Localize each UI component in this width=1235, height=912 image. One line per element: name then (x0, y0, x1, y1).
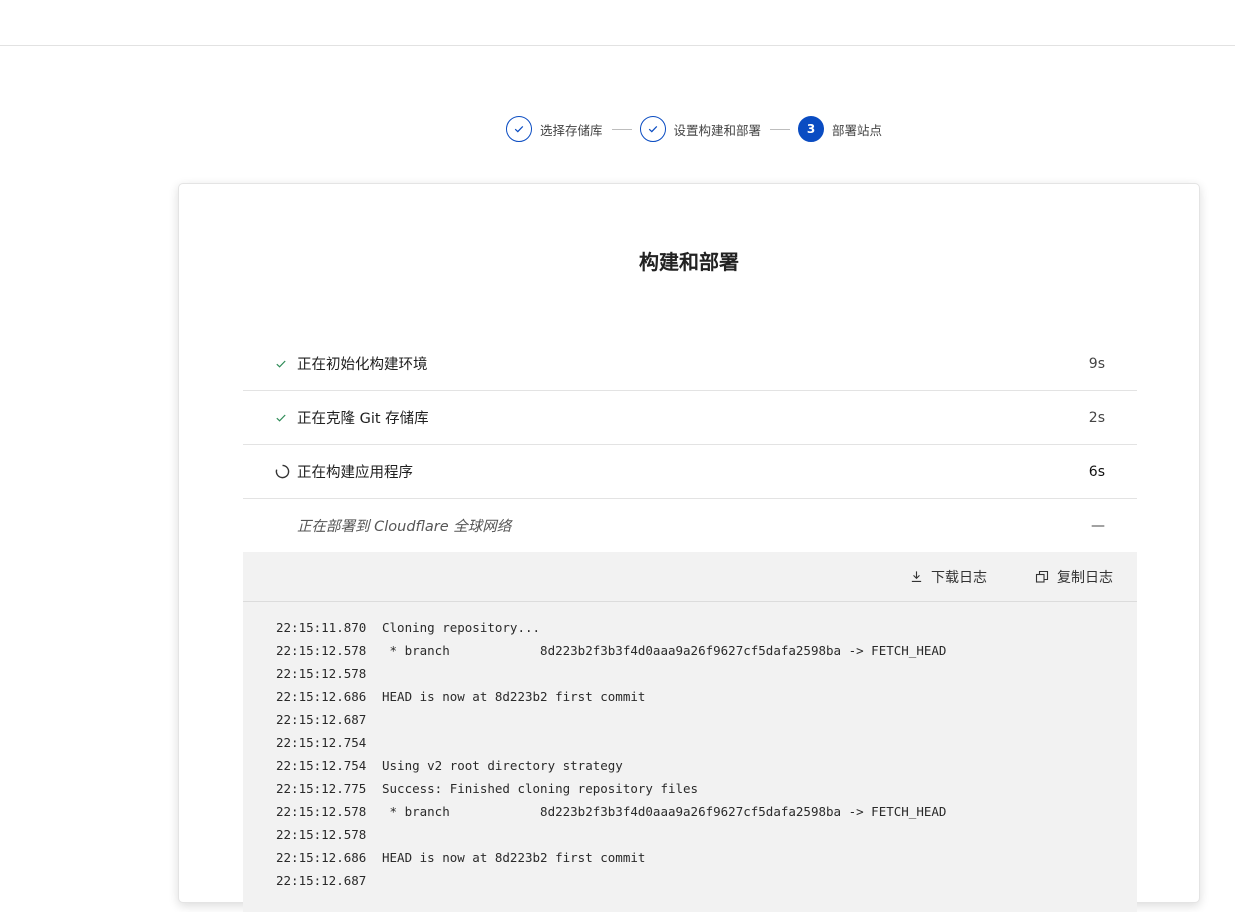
log-line: 22:15:12.686 HEAD is now at 8d223b2 first… (276, 850, 1137, 873)
log-timestamp: 22:15:12.578 (276, 666, 367, 681)
log-message: HEAD is now at 8d223b2 first commit (382, 850, 646, 865)
stepper-step-configure-build: 设置构建和部署 (639, 116, 762, 142)
log-line: 22:15:12.578 * branch 8d223b2f3b3f4d0aaa… (276, 643, 1137, 666)
top-bar (0, 0, 1235, 46)
log-message: HEAD is now at 8d223b2 first commit (382, 689, 646, 704)
step-label: 部署站点 (832, 122, 883, 138)
build-step-row: 正在初始化构建环境 9s (243, 337, 1137, 391)
build-step-label: 正在部署到 Cloudflare 全球网络 (297, 519, 512, 535)
copy-log-label: 复制日志 (1057, 569, 1113, 586)
log-line: 22:15:12.578 (276, 666, 1137, 689)
log-timestamp: 22:15:12.578 (276, 827, 367, 842)
step-separator (770, 128, 791, 130)
download-icon (911, 571, 922, 582)
build-step-row: 正在构建应用程序 6s (243, 445, 1137, 499)
check-icon (514, 125, 524, 133)
build-steps-list: 正在初始化构建环境 9s 正在克隆 Git 存储库 2s 正在构建应用程序 6s (243, 337, 1137, 553)
log-line: 22:15:12.754 Using v2 root directory stra… (276, 758, 1137, 781)
log-message: Cloning repository... (382, 620, 541, 635)
log-timestamp: 22:15:12.754 (276, 735, 367, 750)
wizard-stepper: 选择存储库 设置构建和部署 3 部署站点 (506, 115, 882, 143)
log-timestamp: 22:15:12.687 (276, 873, 367, 888)
build-step-duration: 6s (1088, 463, 1105, 480)
log-timestamp: 22:15:12.578 (276, 804, 367, 819)
step-label: 选择存储库 (540, 122, 603, 138)
check-icon (275, 412, 297, 424)
build-log-panel: 下载日志 复制日志 22:15:11.870 Cloning repository… (243, 552, 1137, 912)
check-icon (275, 358, 297, 370)
spinner-icon (275, 464, 297, 479)
log-toolbar: 下载日志 复制日志 (243, 552, 1137, 602)
log-line: 22:15:12.754 (276, 735, 1137, 758)
log-line: 22:15:12.578 (276, 827, 1137, 850)
log-line: 22:15:12.775 Success: Finished cloning re… (276, 781, 1137, 804)
step-label: 设置构建和部署 (673, 122, 762, 138)
step-separator (611, 128, 632, 130)
log-line: 22:15:12.686 HEAD is now at 8d223b2 first… (276, 689, 1137, 712)
build-step-label: 正在克隆 Git 存储库 (297, 411, 429, 427)
deploy-card: 构建和部署 正在初始化构建环境 9s 正在克隆 Git 存储库 2s 正在构建应… (178, 183, 1200, 912)
build-step-label: 正在构建应用程序 (297, 465, 413, 481)
stepper-step-select-repo: 选择存储库 (506, 116, 603, 142)
check-icon (648, 125, 657, 133)
log-timestamp: 22:15:11.870 (276, 620, 367, 635)
log-timestamp: 22:15:12.754 (276, 758, 367, 773)
download-log-label: 下载日志 (931, 569, 987, 586)
log-line: 22:15:11.870 Cloning repository... (276, 620, 1137, 643)
step-done-circle (639, 116, 666, 142)
log-lines: 22:15:11.870 Cloning repository... 22:15:1… (243, 602, 1137, 896)
log-timestamp: 22:15:12.686 (276, 850, 367, 865)
log-timestamp: 22:15:12.686 (276, 689, 367, 704)
log-line: 22:15:12.578 * branch 8d223b2f3b3f4d0aaa… (276, 804, 1137, 827)
step-done-circle (506, 116, 532, 142)
build-step-duration: 9s (1088, 355, 1105, 372)
log-message: Success: Finished cloning repository fil… (382, 781, 699, 796)
log-timestamp: 22:15:12.687 (276, 712, 367, 727)
log-message: * branch 8d223b2f3b3f4d0aaa9a26f9627cf5d… (382, 804, 947, 819)
build-step-row: 正在部署到 Cloudflare 全球网络 — (243, 499, 1137, 553)
copy-icon (1035, 570, 1049, 583)
stepper-step-deploy-site: 3 部署站点 (798, 116, 882, 142)
build-step-duration: — (1091, 517, 1105, 534)
build-step-row: 正在克隆 Git 存储库 2s (243, 391, 1137, 445)
download-log-button[interactable]: 下载日志 (910, 567, 987, 587)
log-message: Using v2 root directory strategy (382, 758, 623, 773)
log-timestamp: 22:15:12.775 (276, 781, 367, 796)
log-message: * branch 8d223b2f3b3f4d0aaa9a26f9627cf5d… (382, 643, 947, 658)
step-active-circle: 3 (798, 116, 825, 142)
build-step-duration: 2s (1088, 409, 1105, 426)
page-title: 构建和部署 (639, 250, 739, 274)
copy-log-button[interactable]: 复制日志 (1035, 567, 1113, 587)
log-timestamp: 22:15:12.578 (276, 643, 367, 658)
build-step-label: 正在初始化构建环境 (297, 357, 428, 373)
log-line: 22:15:12.687 (276, 873, 1137, 896)
log-line: 22:15:12.687 (276, 712, 1137, 735)
